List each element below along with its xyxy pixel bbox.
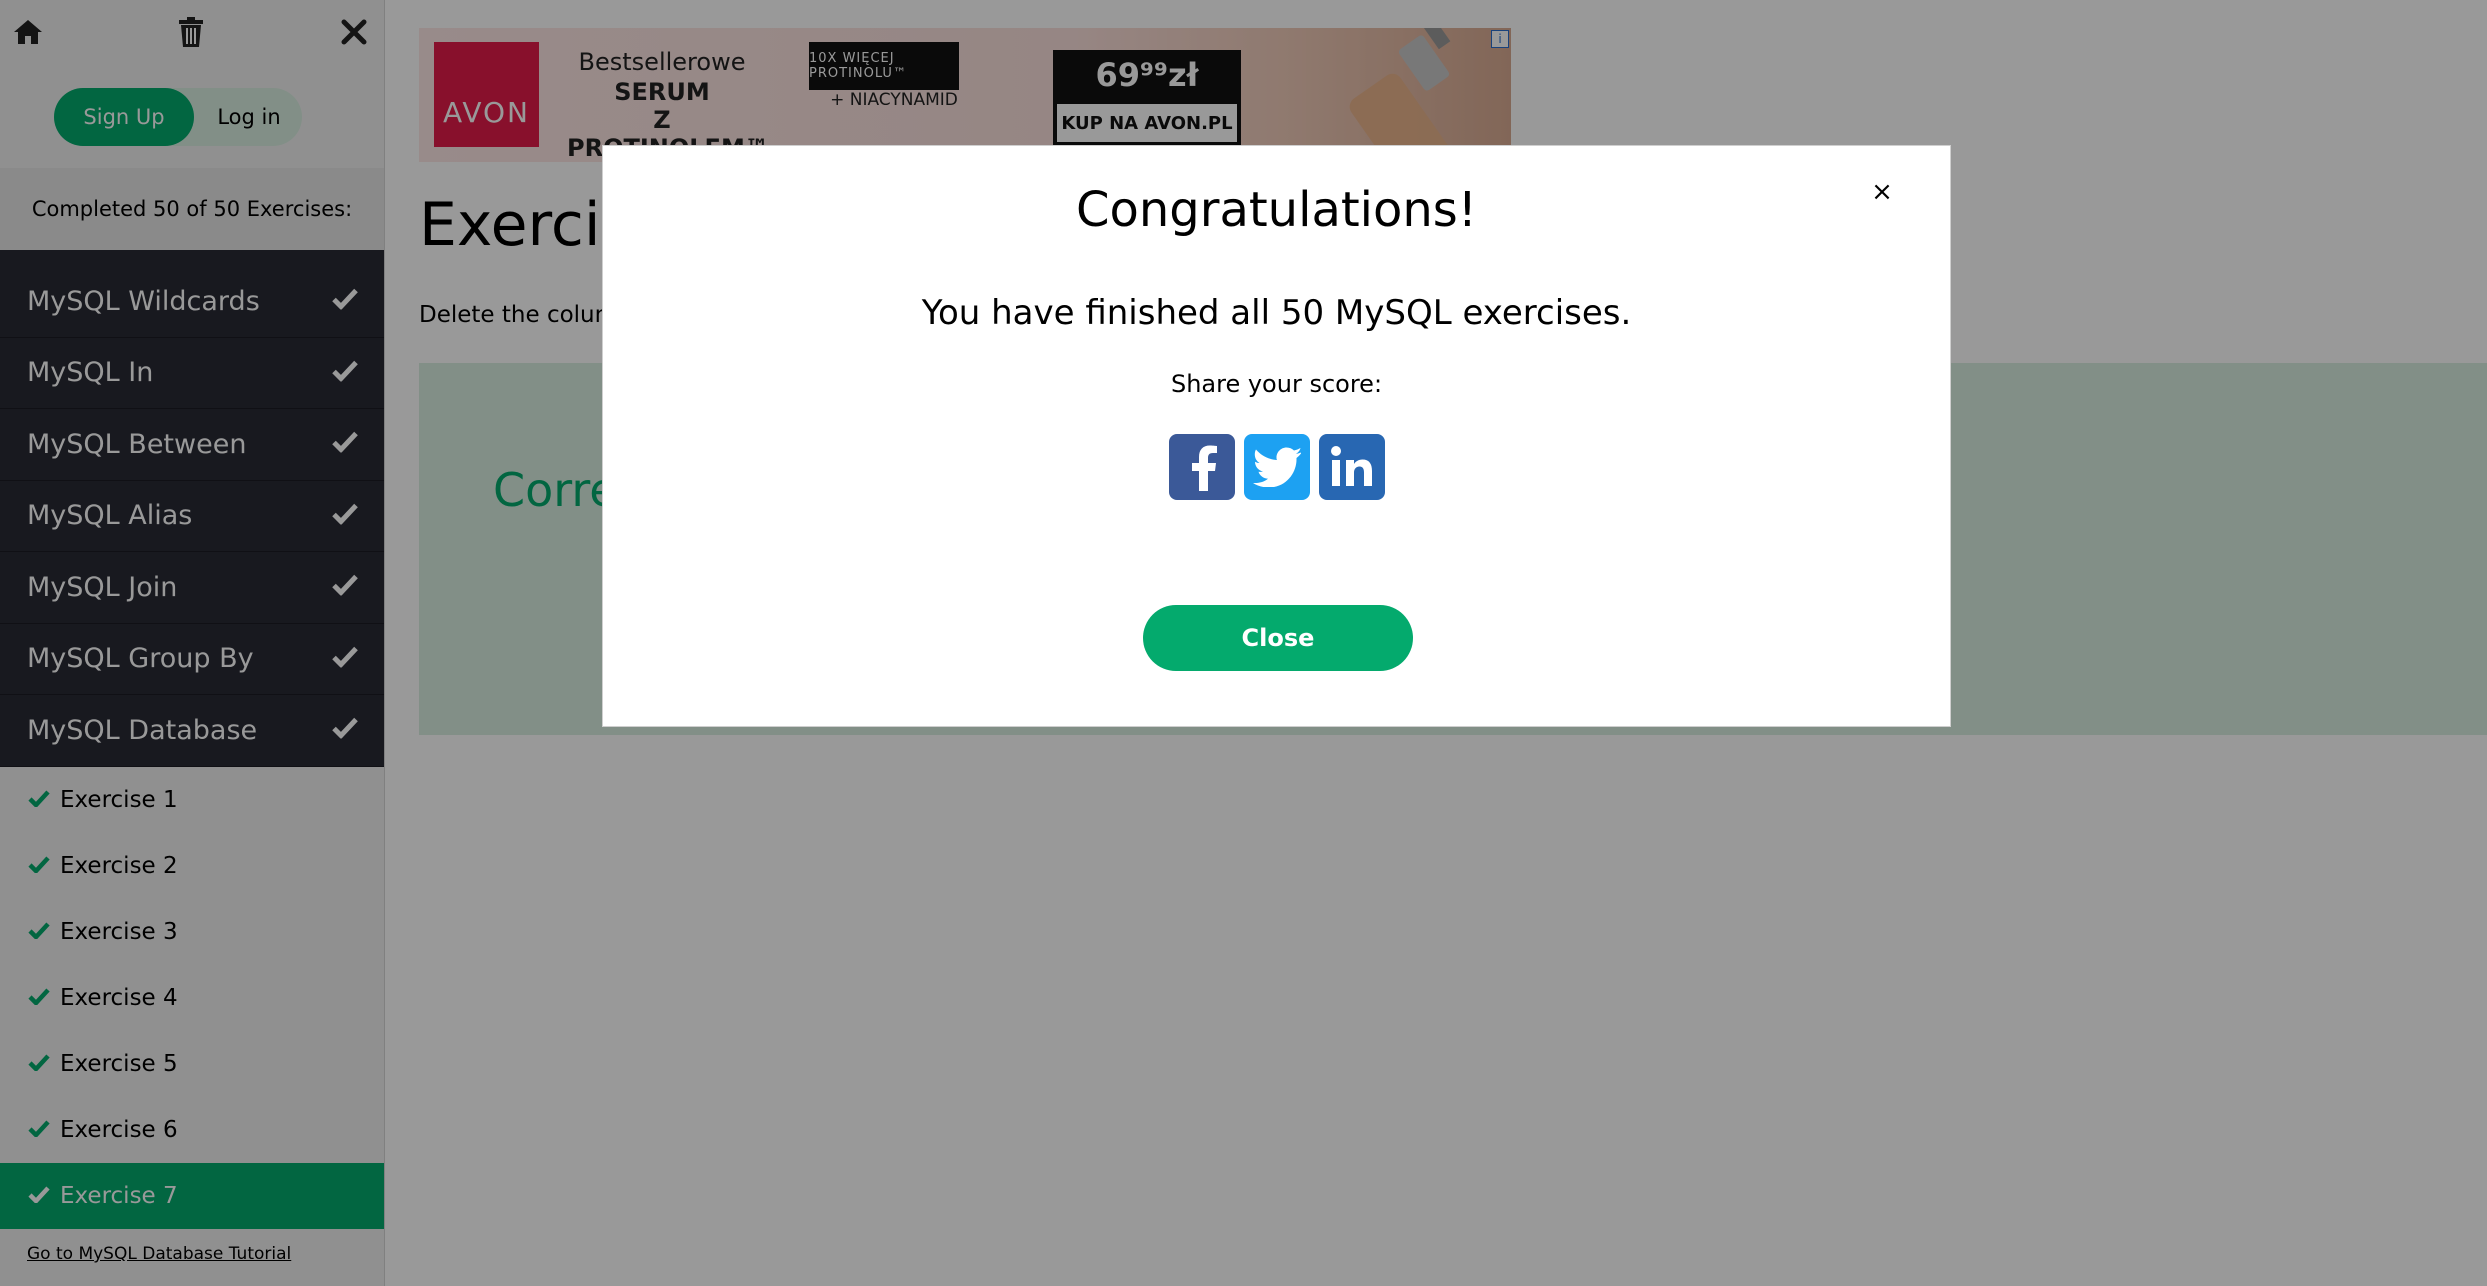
modal-message: You have finished all 50 MySQL exercises… xyxy=(921,293,1632,333)
linkedin-icon[interactable] xyxy=(1319,434,1385,500)
modal-title: Congratulations! xyxy=(1075,182,1478,238)
close-button[interactable]: Close xyxy=(1143,605,1413,671)
share-label: Share your score: xyxy=(1170,370,1383,398)
page: Sign Up Log in Completed 50 of 50 Exerci… xyxy=(0,0,2487,1286)
twitter-icon[interactable] xyxy=(1244,434,1310,500)
facebook-icon[interactable] xyxy=(1169,434,1235,500)
congratulations-modal: × Congratulations! You have finished all… xyxy=(602,145,1951,727)
